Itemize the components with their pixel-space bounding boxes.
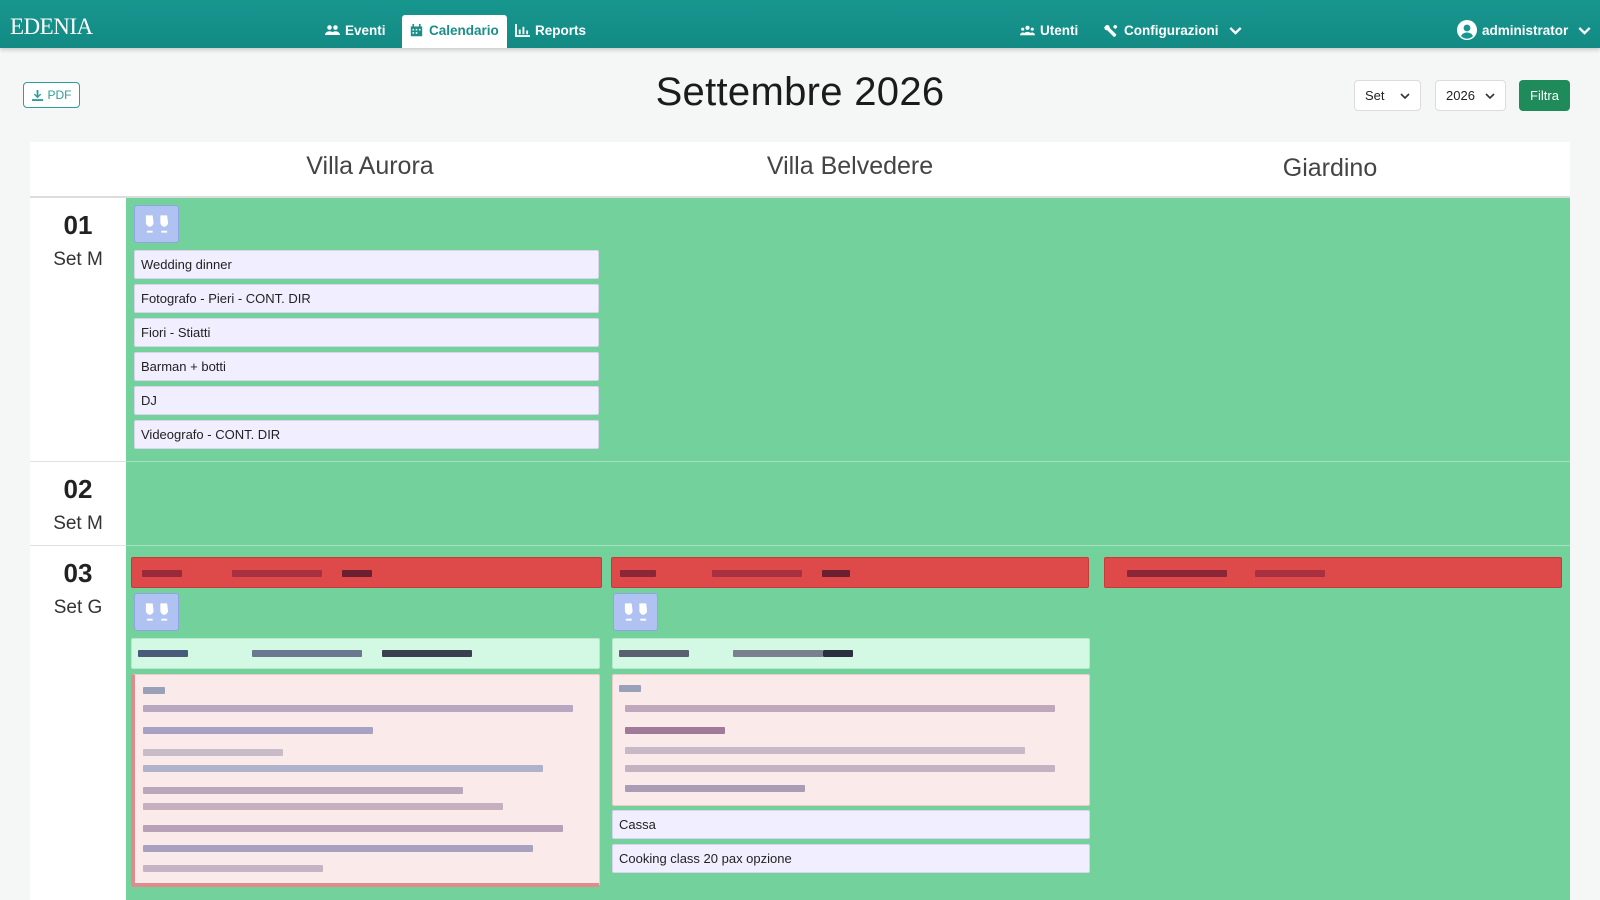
- booking-bar[interactable]: [611, 557, 1089, 588]
- day-column: [30, 198, 126, 900]
- redacted-text: [625, 747, 1025, 754]
- redacted-text: [625, 765, 1055, 772]
- user-menu[interactable]: administrator: [1457, 15, 1592, 48]
- redacted-text: [143, 749, 283, 756]
- nav-reports-label: Reports: [535, 23, 587, 38]
- user-circle-icon: [1457, 20, 1477, 40]
- redacted-text: [142, 570, 182, 577]
- month-select[interactable]: Set: [1354, 80, 1421, 111]
- user-menu-label: administrator: [1482, 23, 1569, 38]
- event-item[interactable]: [131, 638, 600, 669]
- redacted-text: [823, 650, 853, 657]
- event-item[interactable]: Barman + botti: [134, 352, 599, 381]
- chevron-down-icon: [1400, 92, 1410, 99]
- nav-eventi-label: Eventi: [345, 23, 386, 38]
- day-label: Set M: [53, 513, 103, 534]
- day-number: 03: [63, 558, 93, 588]
- event-item[interactable]: DJ: [134, 386, 599, 415]
- column-header-giardino: Giardino: [1282, 154, 1378, 182]
- nav-calendario[interactable]: Calendario: [402, 15, 507, 48]
- redacted-text: [625, 705, 1055, 712]
- event-item[interactable]: Fiori - Stiatti: [134, 318, 599, 347]
- redacted-text: [143, 825, 563, 832]
- redacted-text: [822, 570, 850, 577]
- page-title: Settembre 2026: [655, 70, 945, 114]
- redacted-text: [143, 803, 503, 810]
- download-icon: [31, 89, 43, 101]
- event-item[interactable]: [612, 638, 1090, 669]
- nav-configurazioni[interactable]: Configurazioni: [1104, 15, 1243, 48]
- day-number: 02: [63, 474, 93, 504]
- column-header-villa-aurora: Villa Aurora: [306, 152, 434, 180]
- redacted-text: [143, 865, 323, 872]
- column-header-villa-belvedere: Villa Belvedere: [766, 152, 934, 180]
- row-divider: [126, 545, 1570, 546]
- redacted-text: [138, 650, 188, 657]
- redacted-text: [143, 687, 165, 694]
- tools-icon: [1104, 24, 1118, 37]
- nav-configurazioni-label: Configurazioni: [1124, 23, 1219, 38]
- redacted-text: [382, 650, 472, 657]
- event-notes[interactable]: [131, 674, 600, 887]
- redacted-text: [143, 845, 533, 852]
- pdf-button-label: PDF: [47, 88, 72, 102]
- redacted-text: [342, 570, 372, 577]
- glasses-toast-icon: [624, 603, 648, 621]
- redacted-text: [143, 705, 573, 712]
- chevron-down-icon: [1578, 27, 1591, 35]
- redacted-text: [143, 765, 543, 772]
- day-number: 01: [63, 210, 93, 240]
- redacted-text: [143, 727, 373, 734]
- redacted-text: [1127, 570, 1227, 577]
- pdf-download-button[interactable]: PDF: [23, 82, 80, 108]
- event-item[interactable]: Wedding dinner: [134, 250, 599, 279]
- row-divider: [30, 461, 126, 462]
- redacted-text: [143, 787, 463, 794]
- top-navbar: EDENIA Eventi Calendario Reports Utenti …: [0, 0, 1600, 48]
- chevron-down-icon: [1485, 92, 1495, 99]
- nav-reports[interactable]: Reports: [515, 15, 586, 48]
- day-label: Set G: [53, 597, 103, 618]
- redacted-text: [252, 650, 362, 657]
- booking-bar[interactable]: [1104, 557, 1562, 588]
- nav-utenti[interactable]: Utenti: [1020, 15, 1078, 48]
- chart-icon: [515, 24, 530, 37]
- nav-eventi[interactable]: Eventi: [325, 15, 386, 48]
- nav-utenti-label: Utenti: [1040, 23, 1079, 38]
- day-label: Set M: [53, 249, 103, 270]
- event-icon-button[interactable]: [613, 593, 658, 631]
- glasses-toast-icon: [145, 603, 169, 621]
- event-item[interactable]: Cassa: [612, 810, 1090, 839]
- redacted-text: [620, 570, 656, 577]
- nav-calendario-label: Calendario: [429, 23, 499, 38]
- year-select[interactable]: 2026: [1435, 80, 1506, 111]
- users-icon: [325, 25, 340, 35]
- redacted-text: [733, 650, 823, 657]
- row-divider: [126, 461, 1570, 462]
- event-item[interactable]: Cooking class 20 pax opzione: [612, 844, 1090, 873]
- redacted-text: [619, 650, 689, 657]
- calendar-icon: [410, 24, 423, 37]
- event-item[interactable]: Fotografo - Pieri - CONT. DIR: [134, 284, 599, 313]
- glasses-toast-icon: [145, 215, 169, 233]
- brand-logo[interactable]: EDENIA: [10, 14, 93, 40]
- chevron-down-icon: [1228, 27, 1242, 35]
- redacted-text: [232, 570, 322, 577]
- row-divider: [30, 545, 126, 546]
- redacted-text: [1255, 570, 1325, 577]
- filter-button[interactable]: Filtra: [1519, 80, 1570, 111]
- month-select-value: Set: [1365, 88, 1385, 103]
- redacted-text: [712, 570, 802, 577]
- redacted-text: [625, 785, 805, 792]
- event-item[interactable]: Videografo - CONT. DIR: [134, 420, 599, 449]
- year-select-value: 2026: [1446, 88, 1475, 103]
- event-icon-button[interactable]: [134, 205, 179, 243]
- redacted-text: [619, 685, 641, 692]
- user-group-icon: [1020, 25, 1035, 36]
- booking-bar[interactable]: [131, 557, 602, 588]
- redacted-text: [625, 727, 725, 734]
- event-icon-button[interactable]: [134, 593, 179, 631]
- event-notes[interactable]: [612, 674, 1090, 806]
